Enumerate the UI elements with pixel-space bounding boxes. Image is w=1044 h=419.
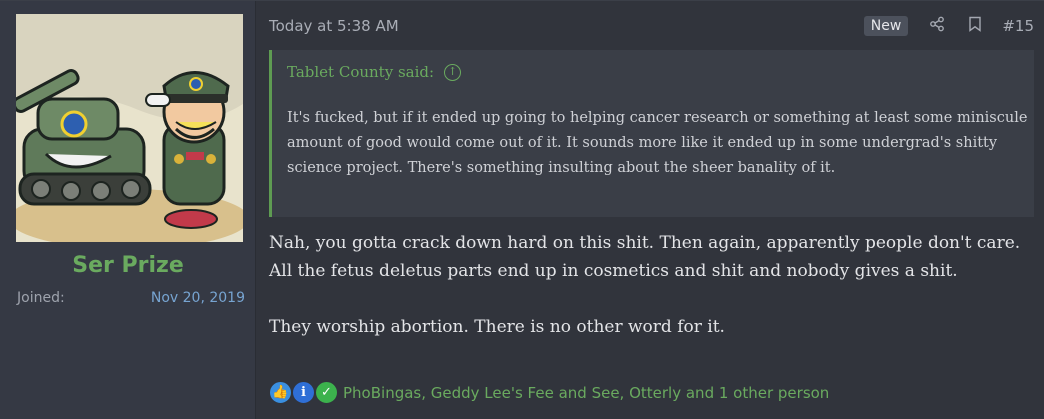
message-paragraph: They worship abortion. There is no other… — [269, 317, 725, 337]
post-message: Nah, you gotta crack down hard on this s… — [269, 229, 1039, 341]
username[interactable]: Ser Prize — [0, 253, 256, 278]
agree-icon[interactable]: ✓ — [315, 381, 338, 404]
post-number[interactable]: #15 — [1002, 17, 1034, 35]
informative-icon[interactable]: i — [292, 381, 315, 404]
reaction-users[interactable]: PhoBingas, Geddy Lee's Fee and See, Otte… — [343, 384, 829, 402]
post-actions: New #15 — [863, 16, 1034, 36]
quote-header[interactable]: Tablet County said: ↑ — [287, 63, 462, 81]
quote-author[interactable]: Tablet County said: — [287, 63, 434, 81]
arrow-up-icon[interactable]: ↑ — [444, 63, 462, 81]
avatar-image — [16, 14, 243, 242]
joined-date: Nov 20, 2019 — [150, 290, 245, 306]
reaction-icons: 👍 i ✓ — [269, 381, 338, 404]
new-badge: New — [863, 16, 909, 36]
post-time[interactable]: Today at 5:38 AM — [269, 17, 399, 35]
avatar[interactable] — [16, 14, 243, 242]
like-icon[interactable]: 👍 — [269, 381, 292, 404]
message-paragraph: Nah, you gotta crack down hard on this s… — [269, 233, 1021, 281]
post-main: Today at 5:38 AM New #15 Tablet County s… — [256, 1, 1044, 419]
forum-post: Ser Prize Joined: Nov 20, 2019 Today at … — [0, 0, 1044, 419]
user-panel: Ser Prize Joined: Nov 20, 2019 — [0, 1, 256, 419]
joined-label: Joined: — [17, 290, 65, 306]
post-meta: Today at 5:38 AM New #15 — [269, 15, 1034, 37]
quote-body: It's fucked, but if it ended up going to… — [287, 110, 1028, 176]
quote-block: Tablet County said: ↑ It's fucked, but i… — [269, 50, 1034, 217]
bookmark-icon[interactable] — [964, 16, 986, 36]
reactions-bar: 👍 i ✓ PhoBingas, Geddy Lee's Fee and See… — [269, 381, 829, 404]
share-icon[interactable] — [926, 16, 948, 36]
joined-row: Joined: Nov 20, 2019 — [17, 290, 245, 306]
